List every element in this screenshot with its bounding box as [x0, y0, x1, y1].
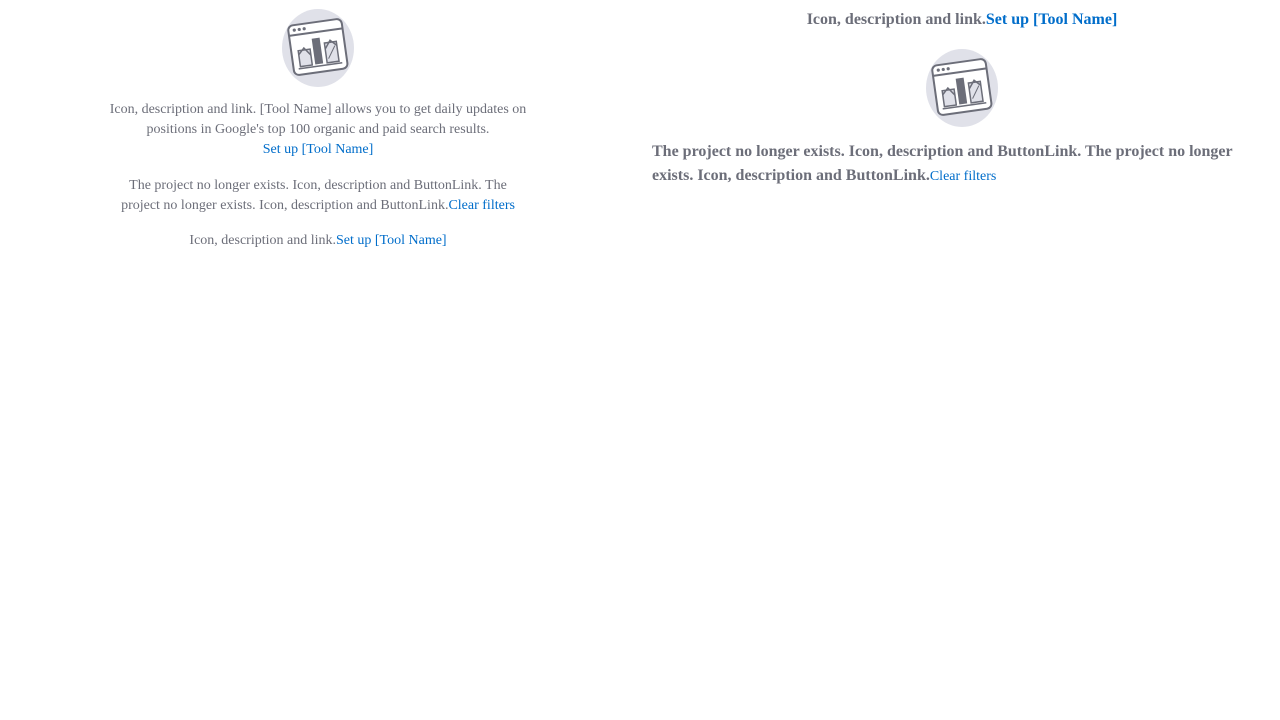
description-text: Icon, description and link.	[189, 233, 336, 248]
empty-state-block-3: Icon, description and link.Set up [Tool …	[108, 231, 528, 251]
empty-state-block-large: The project no longer exists. Icon, desc…	[652, 140, 1272, 189]
empty-state-block-1: Icon, description and link. [Tool Name] …	[108, 100, 528, 160]
empty-state-title: Icon, description and link.Set up [Tool …	[652, 8, 1272, 32]
empty-state-block-2: The project no longer exists. Icon, desc…	[108, 176, 528, 216]
setup-tool-link[interactable]: Set up [Tool Name]	[336, 233, 447, 248]
setup-tool-link[interactable]: Set up [Tool Name]	[986, 11, 1117, 28]
clear-filters-link[interactable]: Clear filters	[448, 198, 514, 213]
empty-state-right-column: Icon, description and link.Set up [Tool …	[652, 8, 1272, 189]
empty-state-dashboard-icon	[282, 9, 354, 87]
setup-tool-link[interactable]: Set up [Tool Name]	[263, 142, 374, 157]
description-text: Icon, description and link.	[806, 11, 986, 28]
clear-filters-link[interactable]: Clear filters	[930, 169, 996, 184]
empty-state-dashboard-icon	[926, 49, 998, 127]
description-text: Icon, description and link. [Tool Name] …	[109, 102, 527, 137]
empty-state-left-column: Icon, description and link. [Tool Name] …	[108, 8, 528, 251]
